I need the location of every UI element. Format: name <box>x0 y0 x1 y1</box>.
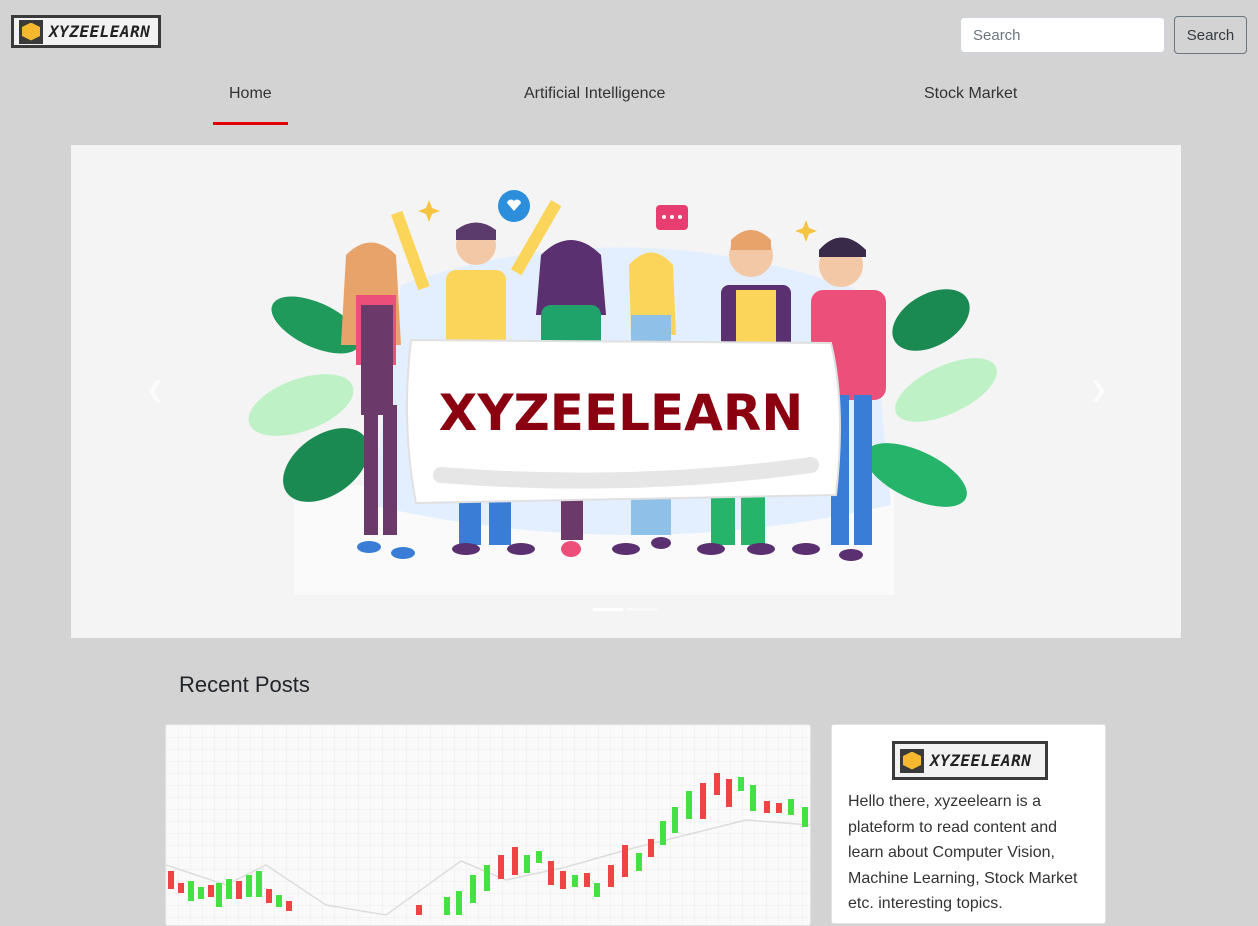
hero-carousel: XYZEELEARN ❮ ❯ <box>71 145 1181 638</box>
header: XYZEELEARN Search <box>0 0 1258 70</box>
nav-item-home[interactable]: Home <box>213 84 288 125</box>
logo-text: XYZEELEARN <box>49 22 151 41</box>
hero-illustration: XYZEELEARN <box>248 190 997 595</box>
about-logo-text: XYZEELEARN <box>930 751 1032 770</box>
banner-text: XYZEELEARN <box>439 384 803 442</box>
about-logo: XYZEELEARN <box>892 741 1048 780</box>
logo-mark-icon <box>900 748 924 773</box>
recent-posts-heading: Recent Posts <box>179 672 310 697</box>
logo-mark-icon <box>19 19 43 44</box>
search-button[interactable]: Search <box>1174 16 1247 54</box>
main-nav: Home Artificial Intelligence Stock Marke… <box>0 80 1258 126</box>
nav-item-artificial-intelligence[interactable]: Artificial Intelligence <box>524 84 665 124</box>
about-description: Hello there, xyzeelearn is a plateform t… <box>848 793 1078 912</box>
carousel-prev-icon[interactable]: ❮ <box>146 377 164 403</box>
about-card: XYZEELEARN Hello there, xyzeelearn is a … <box>831 724 1106 924</box>
nav-item-stock-market[interactable]: Stock Market <box>924 84 1017 124</box>
search-input[interactable] <box>960 17 1165 53</box>
carousel-indicators <box>593 608 657 611</box>
carousel-indicator-2[interactable] <box>627 608 657 611</box>
carousel-next-icon[interactable]: ❯ <box>1089 377 1107 403</box>
carousel-indicator-1[interactable] <box>593 608 623 611</box>
candlestick-thumbnail <box>166 725 810 925</box>
site-logo[interactable]: XYZEELEARN <box>11 15 161 48</box>
post-card[interactable] <box>165 724 811 926</box>
